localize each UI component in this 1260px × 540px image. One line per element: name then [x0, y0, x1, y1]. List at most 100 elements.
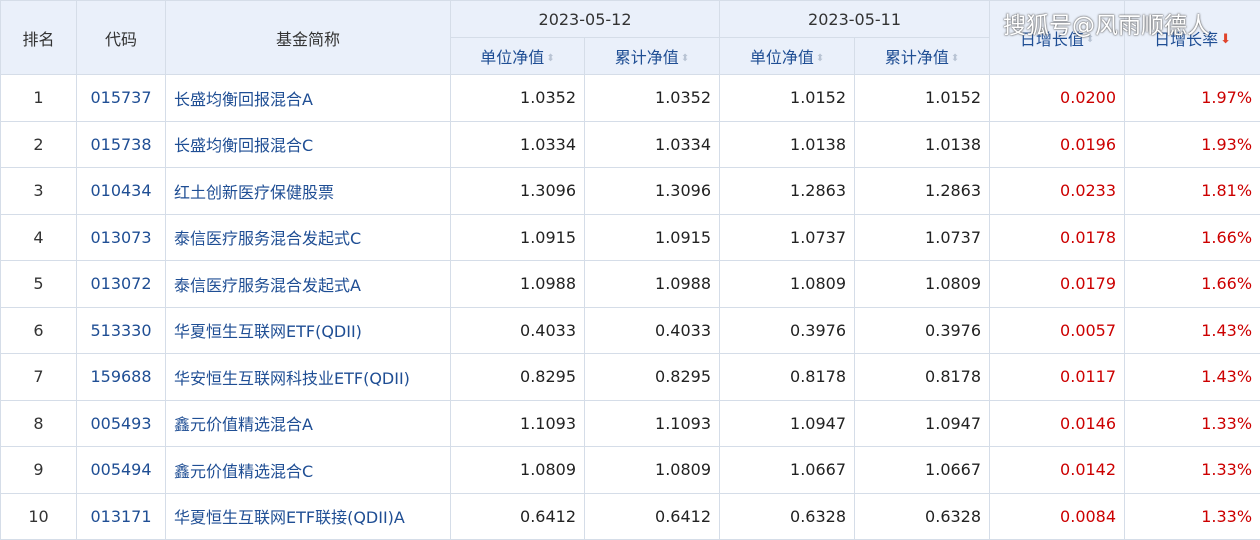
cell-unit-nav-1: 1.3096 — [451, 168, 585, 215]
cell-daily-growth-value: 0.0146 — [990, 400, 1125, 447]
cell-fund-code-link[interactable]: 015738 — [77, 121, 166, 168]
header-daily-growth-rate-label: 日增长率 — [1154, 30, 1218, 49]
cell-fund-code-link[interactable]: 010434 — [77, 168, 166, 215]
cell-fund-name-link[interactable]: 鑫元价值精选混合C — [166, 447, 451, 494]
cell-fund-name-link[interactable]: 华夏恒生互联网ETF联接(QDII)A — [166, 493, 451, 540]
cell-unit-nav-2: 1.0152 — [720, 75, 855, 122]
header-daily-growth-rate[interactable]: 日增长率⬇ — [1125, 1, 1260, 75]
cell-unit-nav-1: 1.1093 — [451, 400, 585, 447]
cell-daily-growth-rate: 1.93% — [1125, 121, 1260, 168]
cell-cum-nav-1: 1.0809 — [585, 447, 720, 494]
cell-unit-nav-1: 0.6412 — [451, 493, 585, 540]
cell-unit-nav-2: 1.0667 — [720, 447, 855, 494]
cell-rank: 5 — [1, 261, 77, 308]
header-daily-growth-value[interactable]: 日增长值⬍ — [990, 1, 1125, 75]
cell-rank: 4 — [1, 214, 77, 261]
header-unit-nav-2[interactable]: 单位净值⬍ — [720, 38, 855, 75]
cell-daily-growth-rate: 1.66% — [1125, 214, 1260, 261]
header-unit-nav-1[interactable]: 单位净值⬍ — [451, 38, 585, 75]
cell-unit-nav-1: 1.0915 — [451, 214, 585, 261]
cell-rank: 9 — [1, 447, 77, 494]
cell-fund-name-link[interactable]: 长盛均衡回报混合A — [166, 75, 451, 122]
cell-daily-growth-value: 0.0178 — [990, 214, 1125, 261]
cell-unit-nav-2: 0.8178 — [720, 354, 855, 401]
cell-unit-nav-1: 1.0988 — [451, 261, 585, 308]
cell-fund-code-link[interactable]: 005494 — [77, 447, 166, 494]
cell-daily-growth-value: 0.0179 — [990, 261, 1125, 308]
cell-daily-growth-rate: 1.81% — [1125, 168, 1260, 215]
cell-unit-nav-1: 1.0809 — [451, 447, 585, 494]
cell-rank: 2 — [1, 121, 77, 168]
table-row: 9005494鑫元价值精选混合C1.08091.08091.06671.0667… — [1, 447, 1260, 494]
sort-arrows-icon[interactable]: ⬍ — [546, 55, 554, 63]
cell-fund-code-link[interactable]: 005493 — [77, 400, 166, 447]
cell-daily-growth-rate: 1.97% — [1125, 75, 1260, 122]
cell-rank: 3 — [1, 168, 77, 215]
cell-cum-nav-1: 1.0988 — [585, 261, 720, 308]
cell-fund-name-link[interactable]: 红土创新医疗保健股票 — [166, 168, 451, 215]
cell-fund-name-link[interactable]: 华安恒生互联网科技业ETF(QDII) — [166, 354, 451, 401]
cell-unit-nav-2: 0.3976 — [720, 307, 855, 354]
cell-unit-nav-2: 1.2863 — [720, 168, 855, 215]
header-name: 基金简称 — [166, 1, 451, 75]
cell-cum-nav-2: 1.0809 — [855, 261, 990, 308]
sort-arrows-icon[interactable]: ⬍ — [816, 55, 824, 63]
header-cum-nav-2[interactable]: 累计净值⬍ — [855, 38, 990, 75]
cell-cum-nav-2: 1.0737 — [855, 214, 990, 261]
cell-cum-nav-1: 1.1093 — [585, 400, 720, 447]
cell-fund-code-link[interactable]: 159688 — [77, 354, 166, 401]
cell-cum-nav-2: 1.2863 — [855, 168, 990, 215]
cell-fund-name-link[interactable]: 泰信医疗服务混合发起式A — [166, 261, 451, 308]
cell-cum-nav-2: 0.6328 — [855, 493, 990, 540]
cell-daily-growth-rate: 1.43% — [1125, 354, 1260, 401]
cell-daily-growth-value: 0.0233 — [990, 168, 1125, 215]
header-code: 代码 — [77, 1, 166, 75]
cell-fund-name-link[interactable]: 长盛均衡回报混合C — [166, 121, 451, 168]
cell-rank: 1 — [1, 75, 77, 122]
header-unit-nav-2-label: 单位净值 — [750, 48, 814, 67]
cell-unit-nav-1: 0.8295 — [451, 354, 585, 401]
cell-unit-nav-2: 1.0947 — [720, 400, 855, 447]
cell-cum-nav-2: 0.8178 — [855, 354, 990, 401]
cell-cum-nav-2: 1.0152 — [855, 75, 990, 122]
cell-rank: 10 — [1, 493, 77, 540]
table-row: 8005493鑫元价值精选混合A1.10931.10931.09471.0947… — [1, 400, 1260, 447]
table-row: 10013171华夏恒生互联网ETF联接(QDII)A0.64120.64120… — [1, 493, 1260, 540]
table-row: 1015737长盛均衡回报混合A1.03521.03521.01521.0152… — [1, 75, 1260, 122]
sort-arrows-icon[interactable]: ⬍ — [681, 55, 689, 63]
cell-fund-code-link[interactable]: 013171 — [77, 493, 166, 540]
cell-cum-nav-2: 0.3976 — [855, 307, 990, 354]
cell-daily-growth-rate: 1.33% — [1125, 447, 1260, 494]
cell-fund-name-link[interactable]: 泰信医疗服务混合发起式C — [166, 214, 451, 261]
cell-cum-nav-1: 0.4033 — [585, 307, 720, 354]
sort-arrows-icon[interactable]: ⬍ — [951, 55, 959, 63]
fund-ranking-table: 排名 代码 基金简称 2023-05-12 2023-05-11 日增长值⬍ 日… — [0, 0, 1260, 540]
header-cum-nav-2-label: 累计净值 — [885, 48, 949, 67]
cell-cum-nav-1: 0.8295 — [585, 354, 720, 401]
cell-unit-nav-2: 0.6328 — [720, 493, 855, 540]
cell-unit-nav-1: 1.0334 — [451, 121, 585, 168]
header-daily-growth-value-label: 日增长值 — [1020, 30, 1084, 49]
sort-arrows-icon[interactable]: ⬍ — [1086, 36, 1094, 44]
cell-fund-name-link[interactable]: 鑫元价值精选混合A — [166, 400, 451, 447]
cell-cum-nav-1: 1.3096 — [585, 168, 720, 215]
table-row: 3010434红土创新医疗保健股票1.30961.30961.28631.286… — [1, 168, 1260, 215]
cell-daily-growth-value: 0.0196 — [990, 121, 1125, 168]
cell-rank: 7 — [1, 354, 77, 401]
cell-fund-name-link[interactable]: 华夏恒生互联网ETF(QDII) — [166, 307, 451, 354]
cell-fund-code-link[interactable]: 013072 — [77, 261, 166, 308]
sort-desc-icon[interactable]: ⬇ — [1220, 36, 1231, 44]
cell-daily-growth-value: 0.0057 — [990, 307, 1125, 354]
cell-unit-nav-2: 1.0138 — [720, 121, 855, 168]
cell-fund-code-link[interactable]: 013073 — [77, 214, 166, 261]
cell-rank: 8 — [1, 400, 77, 447]
cell-daily-growth-rate: 1.33% — [1125, 493, 1260, 540]
cell-fund-code-link[interactable]: 513330 — [77, 307, 166, 354]
header-cum-nav-1[interactable]: 累计净值⬍ — [585, 38, 720, 75]
cell-cum-nav-1: 1.0915 — [585, 214, 720, 261]
header-unit-nav-1-label: 单位净值 — [480, 48, 544, 67]
cell-daily-growth-value: 0.0142 — [990, 447, 1125, 494]
cell-daily-growth-rate: 1.66% — [1125, 261, 1260, 308]
cell-fund-code-link[interactable]: 015737 — [77, 75, 166, 122]
cell-cum-nav-2: 1.0947 — [855, 400, 990, 447]
